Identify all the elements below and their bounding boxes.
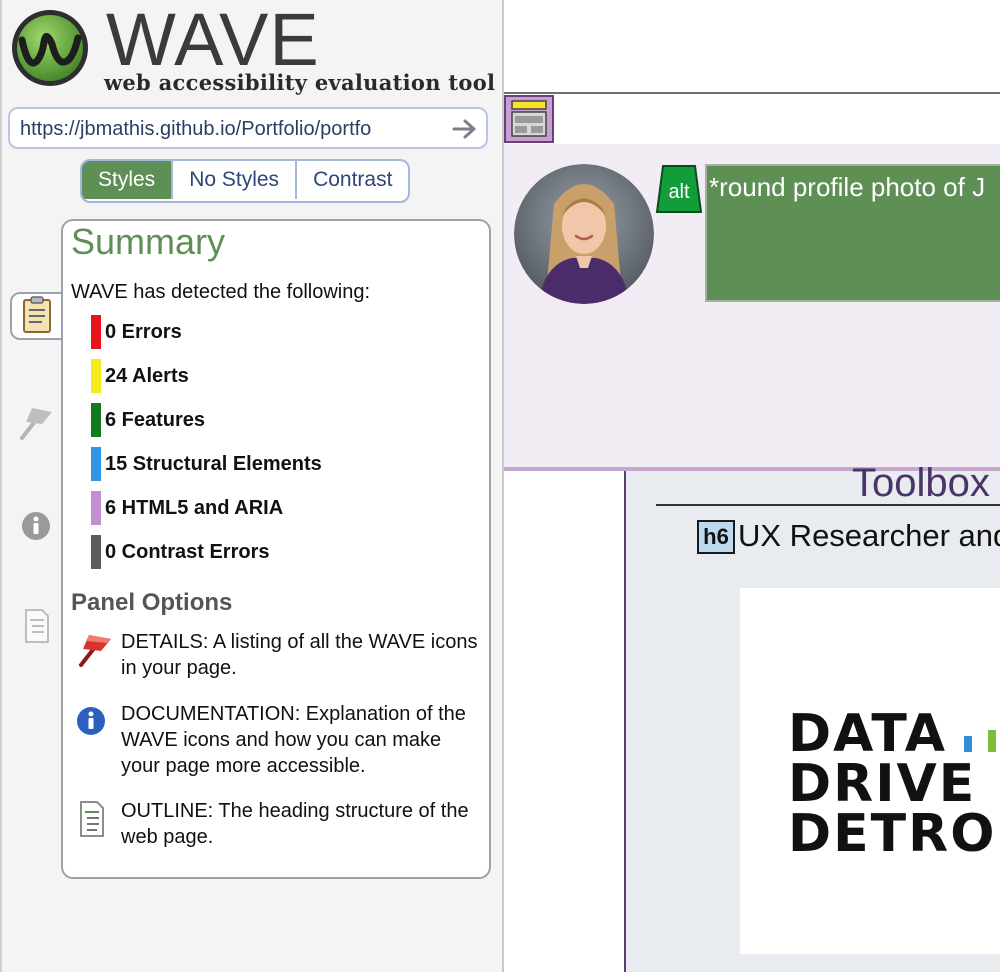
clipboard-icon (23, 296, 51, 333)
side-tab-documentation[interactable] (12, 502, 60, 550)
stat-label: 0 Contrast Errors (105, 540, 270, 563)
stat-label: 15 Structural Elements (105, 452, 322, 475)
stat-html5-aria: 6 HTML5 and ARIA (91, 491, 283, 525)
flag-icon (20, 408, 52, 440)
stat-label: 6 HTML5 and ARIA (105, 496, 284, 519)
url-input[interactable] (20, 117, 452, 141)
stat-contrast-errors: 0 Contrast Errors (91, 535, 270, 569)
flag-icon (79, 635, 111, 667)
side-tab-outline[interactable] (12, 602, 60, 650)
outline-icon (25, 609, 49, 643)
summary-intro: WAVE has detected the following: (71, 281, 371, 303)
go-arrow-icon[interactable] (452, 118, 478, 140)
view-tabs: Styles No Styles Contrast (80, 159, 411, 203)
option-documentation-text: DOCUMENTATION: Explanation of the WAVE i… (121, 703, 466, 777)
stat-label: 24 Alerts (105, 364, 189, 387)
layout-table-icon[interactable] (504, 95, 554, 143)
alt-text-icon[interactable]: alt (655, 164, 703, 214)
data-driven-detroit-logo: DATA DRIVE DETRO (740, 588, 1000, 954)
logo-line-2: DRIVE (788, 754, 977, 814)
subheading-text: UX Researcher and (738, 518, 1000, 553)
profile-photo (514, 164, 654, 304)
option-details[interactable]: DETAILS: A listing of all the WAVE icons… (71, 629, 481, 681)
wave-tagline: web accessibility evaluation tool (104, 70, 496, 95)
errors-color-bar (91, 315, 101, 349)
alt-badge-label: alt (668, 181, 690, 203)
panel-options-title: Panel Options (71, 589, 233, 616)
contrast-color-bar (91, 535, 101, 569)
structural-color-bar (91, 447, 101, 481)
features-color-bar (91, 403, 101, 437)
tab-no-styles[interactable]: No Styles (173, 161, 298, 199)
heading-divider (656, 504, 1000, 506)
option-details-text: DETAILS: A listing of all the WAVE icons… (121, 631, 478, 679)
side-tab-details[interactable] (12, 398, 60, 446)
alerts-color-bar (91, 359, 101, 393)
tab-styles[interactable]: Styles (82, 161, 174, 199)
option-outline-text: OUTLINE: The heading structure of the we… (121, 800, 469, 848)
h6-heading-icon[interactable]: h6 (697, 520, 735, 554)
logo-line-1: DATA (788, 704, 948, 764)
aria-color-bar (91, 491, 101, 525)
stat-errors: 0 Errors (91, 315, 182, 349)
option-documentation[interactable]: DOCUMENTATION: Explanation of the WAVE i… (71, 701, 481, 779)
wave-sidebar: WAVE web accessibility evaluation tool S… (0, 0, 504, 972)
wave-logo-text: WAVE (106, 0, 320, 81)
toolbox-heading: Toolbox (852, 461, 990, 505)
info-icon (22, 512, 50, 540)
info-icon (77, 707, 105, 735)
url-bar (8, 107, 488, 149)
stat-structural-elements: 15 Structural Elements (91, 447, 322, 481)
summary-panel: Summary WAVE has detected the following:… (61, 219, 491, 879)
side-tab-summary[interactable] (10, 292, 64, 340)
preview-top-area (504, 0, 1000, 94)
stat-features: 6 Features (91, 403, 205, 437)
summary-title: Summary (71, 221, 226, 262)
logo-line-3: DETRO (788, 804, 997, 864)
alt-text-box: *round profile photo of J (705, 164, 1000, 302)
stat-label: 6 Features (105, 408, 206, 431)
stat-label: 0 Errors (105, 320, 182, 343)
option-outline[interactable]: OUTLINE: The heading structure of the we… (71, 798, 481, 850)
tab-contrast[interactable]: Contrast (297, 161, 408, 199)
wave-logo-icon (12, 10, 88, 86)
stat-alerts: 24 Alerts (91, 359, 189, 393)
outline-icon (80, 801, 104, 837)
logo-bar-chart-icon (964, 730, 996, 752)
